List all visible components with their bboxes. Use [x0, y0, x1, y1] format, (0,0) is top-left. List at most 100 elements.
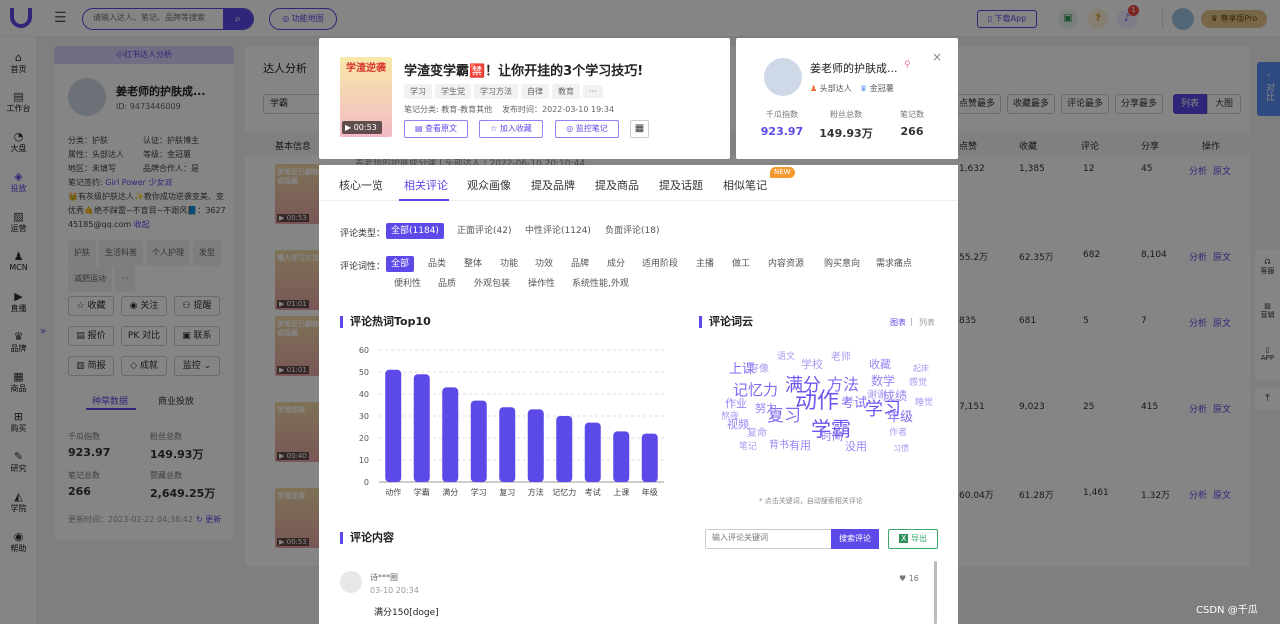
cloud-word[interactable]: 老师	[831, 353, 851, 363]
cloud-word[interactable]: 熬夜	[721, 413, 739, 422]
word-filter-0[interactable]: 全部	[386, 256, 415, 272]
word-filter-row2-3[interactable]: 操作性	[523, 276, 560, 292]
cloud-word[interactable]: 作业	[725, 398, 747, 409]
y-tick-label: 60	[359, 346, 369, 355]
author-stat-label-notes: 笔记数	[900, 110, 924, 119]
location-icon: ⚲	[904, 60, 911, 70]
heart-icon: ♥	[899, 574, 907, 583]
comment-type-3[interactable]: 负面评论(18)	[600, 223, 664, 239]
cloud-word[interactable]: 时间	[821, 431, 843, 442]
bar-学霸[interactable]	[413, 374, 430, 482]
word-cloud: 动作 学霸 满分 学习 复习 方法 记忆力 考试 上课 年级 数学 成绩 收藏 作业 视频 有用 时间 没用 背书努…	[714, 345, 944, 475]
monitor-note-button[interactable]: ◎ 监控笔记	[555, 120, 619, 138]
cloud-word[interactable]: 作者	[889, 429, 907, 438]
x-tick-label: 满分	[442, 487, 458, 497]
word-filter-2[interactable]: 整体	[459, 256, 487, 272]
cloud-word[interactable]: 谢谢	[867, 391, 887, 401]
cloud-word[interactable]: 满分	[785, 377, 821, 395]
bar-上课[interactable]	[613, 431, 630, 482]
bar-动作[interactable]	[385, 369, 402, 482]
cloud-word[interactable]: 考试	[841, 397, 867, 410]
qrcode-icon[interactable]: ▦	[630, 120, 649, 138]
word-filter-row2-4[interactable]: 系统性能,外观	[567, 276, 634, 292]
bar-记忆力[interactable]	[556, 416, 573, 482]
bar-方法[interactable]	[527, 409, 544, 482]
tab-3[interactable]: 提及品牌	[531, 177, 575, 193]
cloud-word[interactable]: 起床	[913, 365, 929, 373]
comment-type-2[interactable]: 中性评论(1124)	[520, 223, 596, 239]
word-filter-row2-2[interactable]: 外观包装	[469, 276, 515, 292]
tab-6[interactable]: 相似笔记	[723, 177, 767, 193]
word-filter-3[interactable]: 功能	[495, 256, 523, 272]
comment-type-label: 评论类型：	[340, 229, 386, 239]
bar-年级[interactable]	[641, 433, 658, 482]
tab-0[interactable]: 核心一览	[339, 177, 383, 193]
cloud-word[interactable]: 复命	[747, 429, 767, 439]
view-source-button[interactable]: ▤ 查看原文	[404, 120, 468, 138]
word-filter-11[interactable]: 购买意向	[819, 256, 865, 272]
word-filter-4[interactable]: 功效	[530, 256, 558, 272]
word-filter-8[interactable]: 主播	[691, 256, 719, 272]
word-filter-10[interactable]: 内容资源	[763, 256, 809, 272]
cloud-word[interactable]: 语文	[777, 353, 795, 362]
cloud-word[interactable]: 睡觉	[915, 399, 933, 408]
bar-学习[interactable]	[470, 400, 487, 482]
comment-search-input[interactable]	[712, 533, 822, 542]
author-name: 姜老师的护肤成...	[810, 62, 898, 75]
y-tick-label: 20	[359, 434, 369, 443]
author-crown-badge: ♛ 金冠薯	[860, 84, 894, 93]
cloud-word[interactable]: 方法	[827, 377, 859, 393]
y-tick-label: 30	[359, 412, 369, 421]
tab-5[interactable]: 提及话题	[659, 177, 703, 193]
word-filter-6[interactable]: 成分	[602, 256, 630, 272]
word-filter-row2-1[interactable]: 品质	[433, 276, 461, 292]
word-filter-12[interactable]: 需求痛点	[871, 256, 917, 272]
bar-复习[interactable]	[499, 407, 516, 482]
export-button[interactable]: X 导出	[888, 529, 938, 549]
cloud-word[interactable]: 感觉	[909, 379, 927, 388]
word-filter-5[interactable]: 品牌	[566, 256, 594, 272]
bar-满分[interactable]	[442, 387, 459, 482]
word-filter-row2-0[interactable]: 便利性	[389, 276, 426, 292]
cloud-word[interactable]: 数学	[871, 375, 895, 387]
cloud-word[interactable]: 收藏	[869, 359, 891, 370]
cloud-word[interactable]: 笔记	[739, 443, 757, 452]
hotword-bar-chart: 0 10 20 30 40 50 60 动作 学霸 满分 学习 复习 方法 记忆力 考试 上课 年级	[359, 346, 664, 497]
cloud-view-chart[interactable]: 图表	[890, 317, 906, 328]
excel-icon: X	[898, 534, 909, 543]
author-stat-value-notes: 266	[900, 125, 924, 138]
tab-1[interactable]: 相关评论	[404, 177, 448, 193]
cloud-word[interactable]: 没用	[845, 441, 867, 452]
commenter-avatar	[340, 571, 362, 593]
video-duration: ▶ 00:53	[342, 121, 382, 134]
word-filter-7[interactable]: 适用阶段	[637, 256, 683, 272]
note-thumbnail[interactable]: 学渣逆袭 ▶ 00:53	[340, 57, 392, 137]
y-tick-label: 0	[364, 478, 369, 487]
cloud-word[interactable]: 努力	[755, 403, 777, 414]
cloud-word[interactable]: 有用	[789, 440, 811, 451]
x-tick-label: 考试	[585, 487, 601, 497]
cloud-word[interactable]: 好像	[749, 365, 769, 375]
cloud-word[interactable]: 年级	[887, 411, 913, 424]
word-filter-9[interactable]: 做工	[727, 256, 755, 272]
bar-考试[interactable]	[584, 422, 601, 482]
author-stat-value-index: 923.97	[760, 125, 804, 138]
tab-2[interactable]: 观众画像	[467, 177, 511, 193]
comments-scrollbar[interactable]	[934, 561, 937, 624]
cloud-view-list[interactable]: 列表	[919, 317, 935, 328]
y-tick-label: 10	[359, 456, 369, 465]
cloud-word[interactable]: 习惯	[893, 445, 909, 453]
add-favorite-button[interactable]: ☆ 加入收藏	[479, 120, 543, 138]
cloud-word[interactable]: 背书	[769, 441, 789, 451]
close-icon[interactable]: ×	[932, 50, 942, 64]
comment-type-1[interactable]: 正面评论(42)	[452, 223, 516, 239]
note-category: 笔记分类: 教育-教育其他	[404, 105, 493, 114]
comment-search-box: 搜索评论	[705, 529, 879, 549]
comment-type-0[interactable]: 全部(1184)	[386, 223, 444, 239]
tab-4[interactable]: 提及商品	[595, 177, 639, 193]
y-tick-label: 40	[359, 390, 369, 399]
cloud-word[interactable]: 学校	[801, 359, 823, 370]
word-filter-1[interactable]: 品类	[423, 256, 451, 272]
cloud-word[interactable]: 记忆力	[733, 383, 778, 398]
comment-search-button[interactable]: 搜索评论	[831, 529, 879, 549]
